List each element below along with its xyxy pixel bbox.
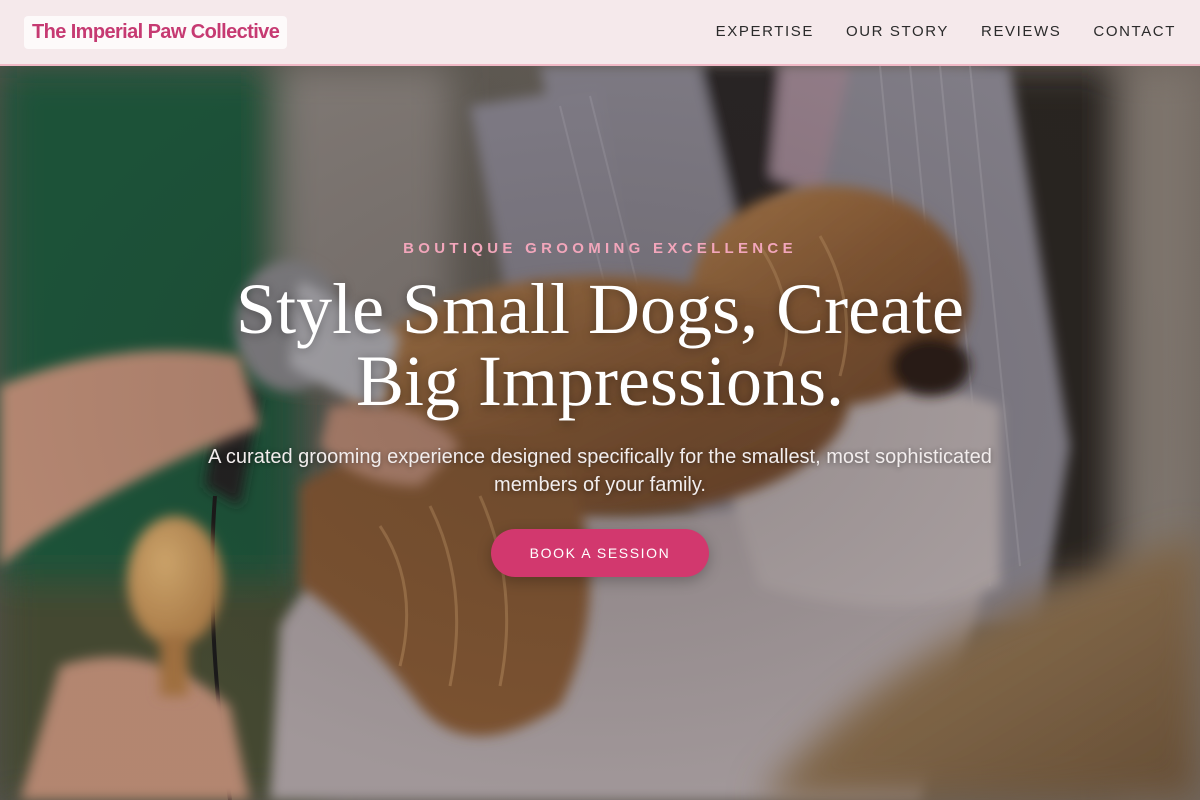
hero-subtitle: A curated grooming experience designed s…	[208, 446, 992, 496]
nav-link-expertise[interactable]: EXPERTISE	[716, 23, 814, 40]
nav-item-reviews: REVIEWS	[981, 23, 1061, 41]
nav-link-contact[interactable]: CONTACT	[1093, 23, 1176, 40]
book-session-button[interactable]: BOOK A SESSION	[491, 529, 709, 577]
nav-item-contact: CONTACT	[1093, 23, 1176, 41]
main-nav: EXPERTISE OUR STORY REVIEWS CONTACT	[716, 23, 1176, 41]
brand-logo[interactable]: The Imperial Paw Collective	[24, 15, 288, 49]
hero-eyebrow: BOUTIQUE GROOMING EXCELLENCE	[403, 240, 797, 257]
site-header: The Imperial Paw Collective EXPERTISE OU…	[0, 0, 1200, 66]
hero-content: BOUTIQUE GROOMING EXCELLENCE Style Small…	[0, 66, 1200, 800]
hero-section: BOUTIQUE GROOMING EXCELLENCE Style Small…	[0, 66, 1200, 800]
nav-link-reviews[interactable]: REVIEWS	[981, 23, 1061, 40]
nav-item-expertise: EXPERTISE	[716, 23, 814, 41]
hero-title: Style Small Dogs, Create Big Impressions…	[236, 269, 964, 421]
nav-list: EXPERTISE OUR STORY REVIEWS CONTACT	[716, 23, 1176, 41]
nav-link-our-story[interactable]: OUR STORY	[846, 23, 949, 40]
nav-item-our-story: OUR STORY	[846, 23, 949, 41]
